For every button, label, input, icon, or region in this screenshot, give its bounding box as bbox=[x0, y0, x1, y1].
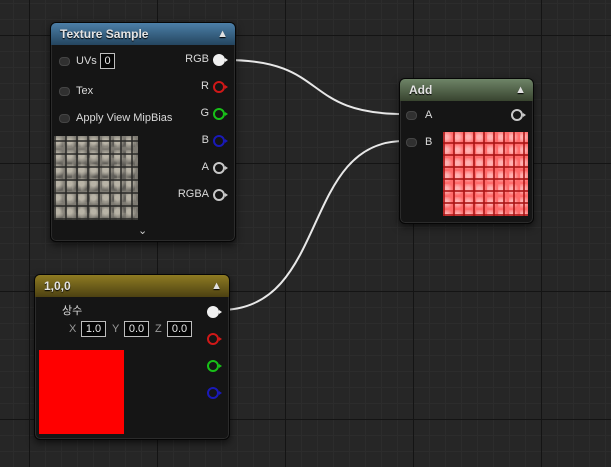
g-output-pin[interactable] bbox=[213, 108, 228, 120]
z-label: Z bbox=[155, 323, 162, 335]
output-label-g: G bbox=[200, 107, 209, 119]
y-label: Y bbox=[112, 323, 120, 335]
constant-vector-node[interactable]: 1,0,0 ▲ 상수 X 1.0 Y 0.0 Z 0.0 bbox=[34, 274, 230, 440]
a-input-pin[interactable] bbox=[406, 111, 417, 120]
uvs-label: UVs bbox=[76, 55, 97, 67]
z-value-field[interactable]: 0.0 bbox=[167, 321, 192, 337]
output-label-b: B bbox=[201, 134, 209, 146]
add-node-header[interactable]: Add ▲ bbox=[400, 79, 533, 101]
y-value-field[interactable]: 0.0 bbox=[124, 321, 149, 337]
a-output-pin[interactable] bbox=[213, 162, 228, 174]
x-value-field[interactable]: 1.0 bbox=[81, 321, 106, 337]
uvs-value-field[interactable]: 0 bbox=[100, 53, 115, 69]
b-input-label: B bbox=[425, 136, 433, 148]
add-result-preview bbox=[443, 132, 528, 216]
output-label-rgb: RGB bbox=[185, 53, 209, 65]
texture-sample-header[interactable]: Texture Sample ▲ bbox=[51, 23, 235, 45]
b-output-pin[interactable] bbox=[213, 135, 228, 147]
output-label-a: A bbox=[201, 161, 209, 173]
r-output-pin[interactable] bbox=[207, 333, 222, 345]
node-title: 1,0,0 bbox=[44, 279, 71, 293]
expand-chevron-down-icon[interactable]: ⌄ bbox=[138, 224, 147, 237]
x-label: X bbox=[69, 323, 77, 335]
constant-node-header[interactable]: 1,0,0 ▲ bbox=[35, 275, 229, 297]
a-input-label: A bbox=[425, 109, 433, 121]
b-input-pin[interactable] bbox=[406, 138, 417, 147]
texture-sample-node[interactable]: Texture Sample ▲ UVs 0 Tex Apply View Mi… bbox=[50, 22, 236, 242]
g-output-pin[interactable] bbox=[207, 360, 222, 372]
constant-label: 상수 bbox=[62, 305, 83, 317]
rgba-output-pin[interactable] bbox=[213, 189, 228, 201]
rgb-output-pin[interactable] bbox=[213, 54, 228, 66]
wire-rgb-to-a[interactable] bbox=[225, 59, 405, 115]
tex-label: Tex bbox=[76, 85, 94, 97]
output-label-rgba: RGBA bbox=[177, 188, 209, 200]
mipbias-label: Apply View MipBias bbox=[76, 112, 173, 124]
uvs-input-pin[interactable] bbox=[59, 57, 70, 66]
texture-preview-thumbnail bbox=[54, 136, 138, 220]
wire-constant-to-b[interactable] bbox=[219, 140, 405, 311]
collapse-chevron-up-icon[interactable]: ▲ bbox=[211, 275, 222, 297]
color-swatch-preview bbox=[39, 350, 124, 434]
vector-output-pin[interactable] bbox=[207, 306, 222, 318]
add-output-pin[interactable] bbox=[511, 109, 526, 121]
add-node[interactable]: Add ▲ A B bbox=[399, 78, 534, 224]
tex-input-pin[interactable] bbox=[59, 87, 70, 96]
output-label-r: R bbox=[201, 80, 209, 92]
collapse-chevron-up-icon[interactable]: ▲ bbox=[515, 79, 526, 101]
collapse-chevron-up-icon[interactable]: ▲ bbox=[217, 23, 228, 45]
r-output-pin[interactable] bbox=[213, 81, 228, 93]
b-output-pin[interactable] bbox=[207, 387, 222, 399]
node-title: Add bbox=[409, 83, 433, 97]
mipbias-input-pin[interactable] bbox=[59, 114, 70, 123]
node-title: Texture Sample bbox=[60, 27, 149, 41]
